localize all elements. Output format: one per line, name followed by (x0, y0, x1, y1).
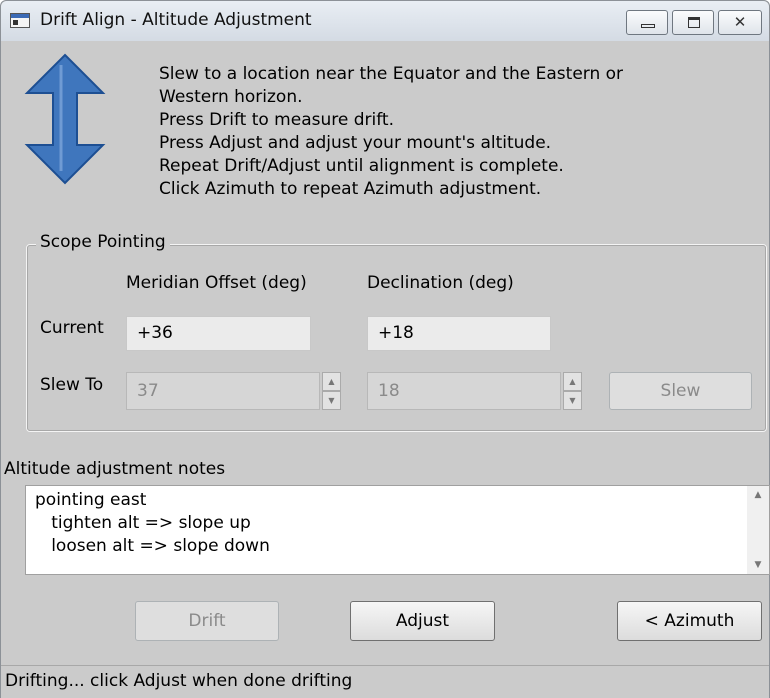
drift-align-window: Drift Align - Altitude Adjustment ✕ Slew… (0, 0, 770, 698)
stepper-up-icon[interactable]: ▲ (322, 372, 341, 391)
close-icon: ✕ (733, 13, 747, 31)
drift-button[interactable]: Drift (135, 601, 279, 641)
status-text: Drifting... click Adjust when done drift… (5, 671, 353, 691)
slew-to-declination-input[interactable]: 18 (367, 372, 561, 410)
minimize-icon (641, 24, 655, 28)
current-label: Current (40, 318, 104, 338)
scroll-down-icon[interactable]: ▼ (747, 560, 769, 570)
meridian-offset-header: Meridian Offset (deg) (126, 273, 307, 293)
minimize-button[interactable] (626, 10, 668, 35)
adjust-button[interactable]: Adjust (350, 601, 495, 641)
instruction-line: Repeat Drift/Adjust until alignment is c… (159, 156, 564, 176)
notes-scrollbar[interactable]: ▲ ▼ (747, 486, 769, 574)
window-title: Drift Align - Altitude Adjustment (40, 10, 312, 30)
azimuth-button[interactable]: < Azimuth (617, 601, 762, 641)
app-window-icon (10, 13, 30, 28)
slew-to-meridian-input[interactable]: 37 (126, 372, 320, 410)
notes-label: Altitude adjustment notes (4, 459, 226, 479)
scope-pointing-legend: Scope Pointing (36, 232, 170, 252)
instruction-line: Press Adjust and adjust your mount's alt… (159, 133, 552, 153)
slew-to-declination-stepper[interactable]: ▲ ▼ (563, 372, 582, 410)
altitude-notes-textarea[interactable]: pointing east tighten alt => slope up lo… (25, 485, 770, 575)
stepper-down-icon[interactable]: ▼ (322, 391, 341, 410)
slew-button[interactable]: Slew (609, 372, 752, 410)
instruction-line: Click Azimuth to repeat Azimuth adjustme… (159, 179, 542, 199)
maximize-button[interactable] (672, 10, 714, 35)
instruction-line: Western horizon. (159, 87, 303, 107)
scroll-up-icon[interactable]: ▲ (747, 490, 769, 500)
status-bar: Drifting... click Adjust when done drift… (1, 665, 769, 698)
instruction-line: Slew to a location near the Equator and … (159, 64, 624, 84)
instructions: Slew to a location near the Equator and … (159, 63, 623, 201)
instruction-line: Press Drift to measure drift. (159, 110, 394, 130)
stepper-up-icon[interactable]: ▲ (563, 372, 582, 391)
declination-header: Declination (deg) (367, 273, 514, 293)
current-meridian-field: +36 (126, 316, 311, 351)
close-button[interactable]: ✕ (718, 10, 762, 35)
maximize-icon (688, 17, 700, 28)
altitude-arrow-icon (24, 53, 106, 185)
slew-to-label: Slew To (40, 375, 104, 395)
notes-text: pointing east tighten alt => slope up lo… (35, 490, 270, 556)
title-bar[interactable]: Drift Align - Altitude Adjustment ✕ (1, 1, 769, 41)
current-declination-field: +18 (367, 316, 551, 351)
slew-to-meridian-stepper[interactable]: ▲ ▼ (322, 372, 341, 410)
stepper-down-icon[interactable]: ▼ (563, 391, 582, 410)
